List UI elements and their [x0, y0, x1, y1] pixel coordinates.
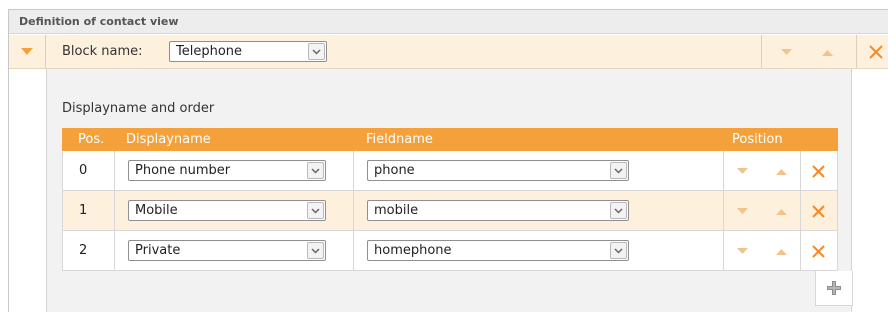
- fieldname-value: mobile: [374, 203, 419, 218]
- cell-divider: [353, 191, 354, 230]
- chevron-up-icon: [775, 208, 787, 215]
- block-move-up-button[interactable]: [815, 44, 839, 60]
- delete-row-button[interactable]: [808, 241, 828, 261]
- cell-divider: [723, 191, 724, 230]
- cell-divider: [114, 151, 115, 190]
- chevron-up-icon: [775, 168, 787, 175]
- fieldname-select[interactable]: homephone: [367, 240, 629, 261]
- move-up-button[interactable]: [770, 243, 792, 259]
- block-delete-button[interactable]: [866, 42, 886, 62]
- fieldname-value: homephone: [374, 243, 452, 258]
- dropdown-arrow-icon: [610, 162, 627, 179]
- block-move-down-button[interactable]: [774, 44, 798, 60]
- block-name-label: Block name:: [62, 44, 143, 59]
- table-row: 2 Private homephone: [62, 231, 838, 271]
- header-pos: Pos.: [78, 132, 105, 147]
- cell-divider: [723, 231, 724, 270]
- table-header: Pos. Displayname Fieldname Position: [62, 128, 838, 151]
- cell-divider: [800, 231, 801, 270]
- move-down-button[interactable]: [731, 163, 753, 179]
- fieldname-select[interactable]: mobile: [367, 200, 629, 221]
- displayname-select[interactable]: Private: [128, 240, 326, 261]
- chevron-down-icon: [21, 47, 33, 55]
- delete-row-button[interactable]: [808, 201, 828, 221]
- block-actions: [761, 35, 888, 68]
- cell-divider: [353, 231, 354, 270]
- table-row: 0 Phone number phone: [62, 151, 838, 191]
- plus-icon: [827, 281, 841, 295]
- contact-view-panel: Definition of contact view Block name: T…: [8, 9, 888, 312]
- dropdown-arrow-icon: [307, 162, 324, 179]
- block-row: Block name: Telephone: [9, 35, 888, 69]
- chevron-down-icon: [736, 207, 748, 214]
- displayname-select[interactable]: Mobile: [128, 200, 326, 221]
- header-displayname: Displayname: [126, 132, 211, 147]
- fieldname-value: phone: [374, 163, 415, 178]
- dropdown-arrow-icon: [610, 242, 627, 259]
- move-down-button[interactable]: [731, 203, 753, 219]
- chevron-down-icon: [736, 247, 748, 254]
- block-content: Displayname and order Pos. Displayname F…: [46, 69, 853, 312]
- chevron-up-icon: [775, 248, 787, 255]
- block-name-value: Telephone: [176, 44, 243, 59]
- table-row: 1 Mobile mobile: [62, 191, 838, 231]
- header-fieldname: Fieldname: [366, 132, 433, 147]
- dropdown-arrow-icon: [308, 43, 325, 60]
- move-up-button[interactable]: [770, 203, 792, 219]
- dropdown-arrow-icon: [307, 202, 324, 219]
- header-position: Position: [732, 132, 783, 147]
- close-icon: [869, 45, 883, 59]
- divider: [856, 35, 857, 68]
- chevron-down-icon: [780, 48, 792, 55]
- displayname-value: Phone number: [135, 163, 231, 178]
- cell-divider: [353, 151, 354, 190]
- row-pos: 0: [79, 163, 88, 178]
- chevron-down-icon: [736, 167, 748, 174]
- dropdown-arrow-icon: [307, 242, 324, 259]
- add-row-cell: [815, 271, 853, 306]
- cell-divider: [800, 191, 801, 230]
- row-pos: 2: [79, 243, 88, 258]
- cell-divider: [114, 231, 115, 270]
- delete-row-button[interactable]: [808, 161, 828, 181]
- cell-divider: [114, 191, 115, 230]
- fieldname-select[interactable]: phone: [367, 160, 629, 181]
- displayname-select[interactable]: Phone number: [128, 160, 326, 181]
- block-collapse-button[interactable]: [9, 35, 46, 68]
- close-icon: [811, 164, 825, 178]
- close-icon: [811, 204, 825, 218]
- add-row-button[interactable]: [825, 279, 843, 297]
- move-down-button[interactable]: [731, 243, 753, 259]
- dropdown-arrow-icon: [610, 202, 627, 219]
- chevron-up-icon: [821, 49, 833, 56]
- displayname-value: Private: [135, 243, 181, 258]
- fields-table: Pos. Displayname Fieldname Position 0 Ph…: [62, 128, 853, 307]
- move-up-button[interactable]: [770, 163, 792, 179]
- panel-title: Definition of contact view: [9, 10, 888, 34]
- block-name-select[interactable]: Telephone: [169, 41, 327, 62]
- add-row-area: [62, 271, 853, 307]
- row-pos: 1: [79, 203, 88, 218]
- section-label: Displayname and order: [62, 101, 215, 116]
- cell-divider: [723, 151, 724, 190]
- displayname-value: Mobile: [135, 203, 178, 218]
- close-icon: [811, 244, 825, 258]
- cell-divider: [800, 151, 801, 190]
